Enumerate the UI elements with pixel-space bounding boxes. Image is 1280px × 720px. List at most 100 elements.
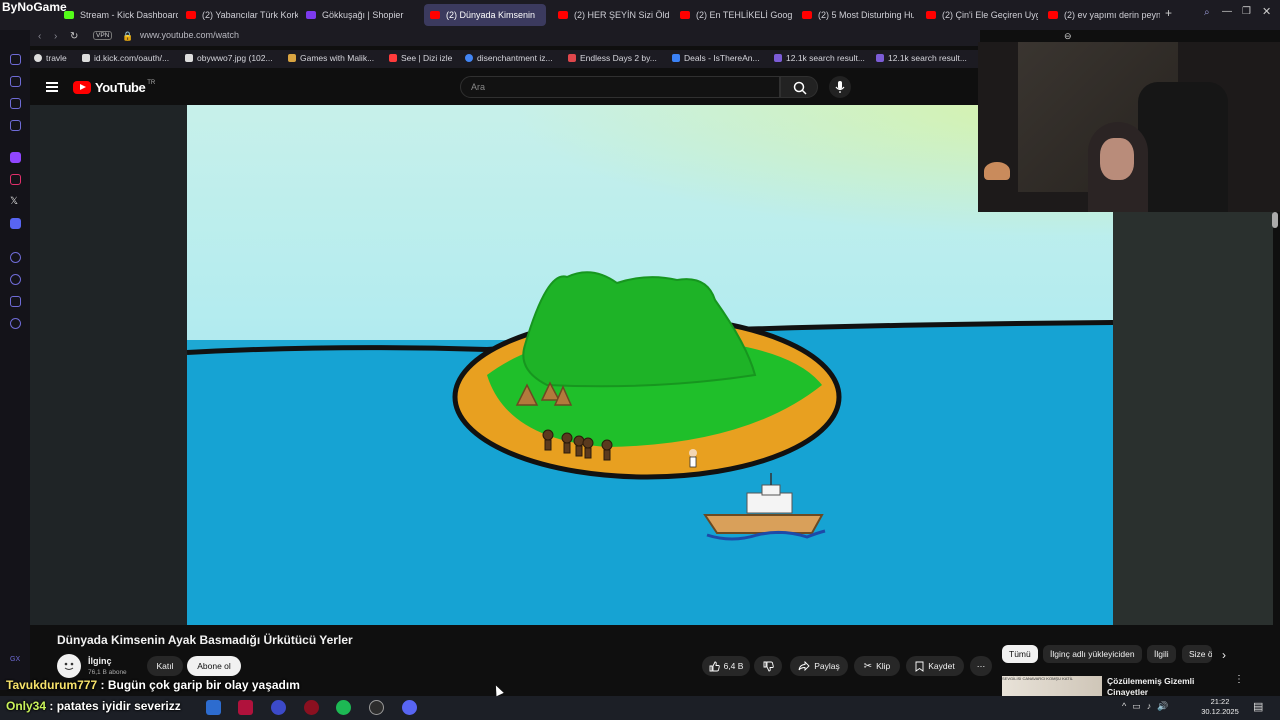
search-input[interactable] [460,76,780,98]
subscribe-button[interactable]: Abone ol [187,656,241,676]
bookmark-item[interactable]: 12.1k search result... [774,53,865,63]
bookmark-label: id.kick.com/oauth/... [94,53,170,63]
tab-video-7[interactable]: (2) 5 Most Disturbing Hu [796,4,914,26]
bookmark-label: Endless Days 2 by... [580,53,657,63]
bookmark-item[interactable]: 12.1k search result... [876,53,967,63]
channel-name[interactable]: İlginç [88,656,112,666]
dislike-button[interactable] [754,656,782,676]
browser-sidebar: 𝕏 GX [0,30,30,690]
bookmark-item[interactable]: obywwo7.jpg (102... [185,53,273,63]
bookmark-item[interactable]: Endless Days 2 by... [568,53,657,63]
spotify-icon[interactable] [336,700,351,715]
like-button[interactable]: 6,4 B [702,656,750,676]
youtube-logo[interactable]: YouTube TR [73,80,155,95]
forward-icon[interactable]: › [54,31,57,42]
chip-from-uploader[interactable]: İlginç adlı yükleyiciden [1043,645,1142,663]
deals-icon [672,54,680,62]
tab-label: (2) En TEHLİKELİ Google [696,10,792,20]
video-frame[interactable] [187,105,1113,625]
discord-icon[interactable] [10,218,21,229]
search-tabs-icon[interactable]: ⌕ [1204,7,1210,18]
back-icon[interactable]: ‹ [38,31,41,42]
notification-icon[interactable]: ▤ [1253,700,1263,713]
more-actions-button[interactable]: ⋯ [970,656,992,676]
ea-icon[interactable] [271,700,286,715]
extension-icon[interactable] [10,120,21,131]
bookmark-item[interactable]: disenchantment iz... [465,53,553,63]
settings-icon[interactable] [10,318,21,329]
explorer-figure [689,449,697,468]
webcam-overlay [978,42,1280,212]
minimize-icon[interactable]: — [1222,6,1232,17]
youtube-wordmark: YouTube [95,80,146,95]
discord-taskbar-icon[interactable] [402,700,417,715]
share-button[interactable]: Paylaş [790,656,848,676]
close-icon[interactable]: ✕ [1262,5,1271,18]
vpn-badge[interactable]: VPN [93,31,113,40]
bookmark-item[interactable]: Deals - IsThereAn... [672,53,760,63]
page-icon [185,54,193,62]
tab-active-video[interactable]: (2) Dünyada Kimsenin [424,4,546,26]
tab-video-6[interactable]: (2) En TEHLİKELİ Google [674,4,792,26]
new-tab-icon[interactable]: + [1165,6,1172,20]
scrollbar-thumb[interactable] [1272,212,1278,228]
history-icon[interactable] [10,274,21,285]
recommendation-title[interactable]: Çözülememiş Gizemli Cinayetler [1107,676,1227,698]
bookmark-item[interactable]: id.kick.com/oauth/... [82,53,169,63]
tab-label: (2) Dünyada Kimsenin [446,10,536,20]
messenger-icon[interactable] [10,76,21,87]
bookmark-label: disenchantment iz... [477,53,553,63]
clip-button[interactable]: ✂ Klip [854,656,900,676]
player-icon[interactable] [10,252,21,263]
tab-video-5[interactable]: (2) HER ŞEYİN Sizi Öldür [552,4,670,26]
url-field[interactable]: www.youtube.com/watch [140,30,239,40]
speed-dial-icon[interactable] [10,54,21,65]
gx-icon[interactable]: GX [10,656,20,663]
x-icon[interactable]: 𝕏 [10,196,18,207]
search-button[interactable] [780,76,818,98]
globe-icon [34,54,42,62]
bookmark-item[interactable]: See | Dizi izle [389,53,452,63]
mouse-cursor-icon [492,683,504,697]
chat-username: Only34 [6,699,47,713]
thumbs-down-icon [763,661,774,671]
opera-gx-icon[interactable] [304,700,319,715]
taskbar-clock[interactable]: 21:22 30.12.2025 [1196,697,1244,717]
tab-video-9[interactable]: (2) ev yapımı derin peyn [1042,4,1160,26]
tools-icon[interactable] [10,296,21,307]
chevron-right-icon[interactable]: › [1222,648,1226,662]
tab-video-8[interactable]: (2) Çin'i Ele Geçiren Uyg [920,4,1038,26]
chip-for-you[interactable]: Size ö [1182,645,1212,663]
more-icon: ⋯ [976,660,986,671]
twitch-icon[interactable] [10,152,21,163]
bookmark-item[interactable]: Games with Malik... [288,53,374,63]
save-icon [915,661,924,672]
chip-all[interactable]: Tümü [1002,645,1038,663]
whatsapp-icon[interactable] [10,98,21,109]
chip-related[interactable]: İlgili [1147,645,1176,663]
channel-avatar[interactable] [57,654,81,678]
save-button[interactable]: Kaydet [906,656,964,676]
instagram-icon[interactable] [10,174,21,185]
join-button[interactable]: Katıl [147,656,183,676]
bookmark-item[interactable]: travle [34,53,67,63]
share-label: Paylaş [814,661,840,671]
tab-video-2[interactable]: (2) Yabancılar Türk Kork [180,4,298,26]
system-tray[interactable]: ^▭♪🔊 [1122,701,1174,712]
zoom-icon[interactable]: ⊖ [1064,31,1072,42]
reload-icon[interactable]: ↻ [70,31,78,42]
chat-text: Bugün çok garip bir olay yaşadım [107,678,300,692]
obs-icon[interactable] [369,700,384,715]
kebab-menu-icon[interactable]: ⋮ [1234,674,1244,685]
edge-icon[interactable] [206,700,221,715]
voice-search-button[interactable] [829,76,851,98]
smiley-icon [64,662,74,670]
tab-kick-dashboard[interactable]: Stream - Kick Dashboard [58,4,178,26]
menu-icon[interactable] [46,82,58,92]
restore-icon[interactable]: ❐ [1242,6,1251,17]
tab-shopier[interactable]: Gökkuşağı | Shopier [300,4,418,26]
tab-label: Stream - Kick Dashboard [80,10,178,20]
recommendation-thumbnail[interactable]: SEVGİLİSİ CANAVARCI KOMŞU KATİL [1002,676,1102,696]
like-count: 6,4 B [723,661,744,671]
app-icon[interactable] [238,700,253,715]
